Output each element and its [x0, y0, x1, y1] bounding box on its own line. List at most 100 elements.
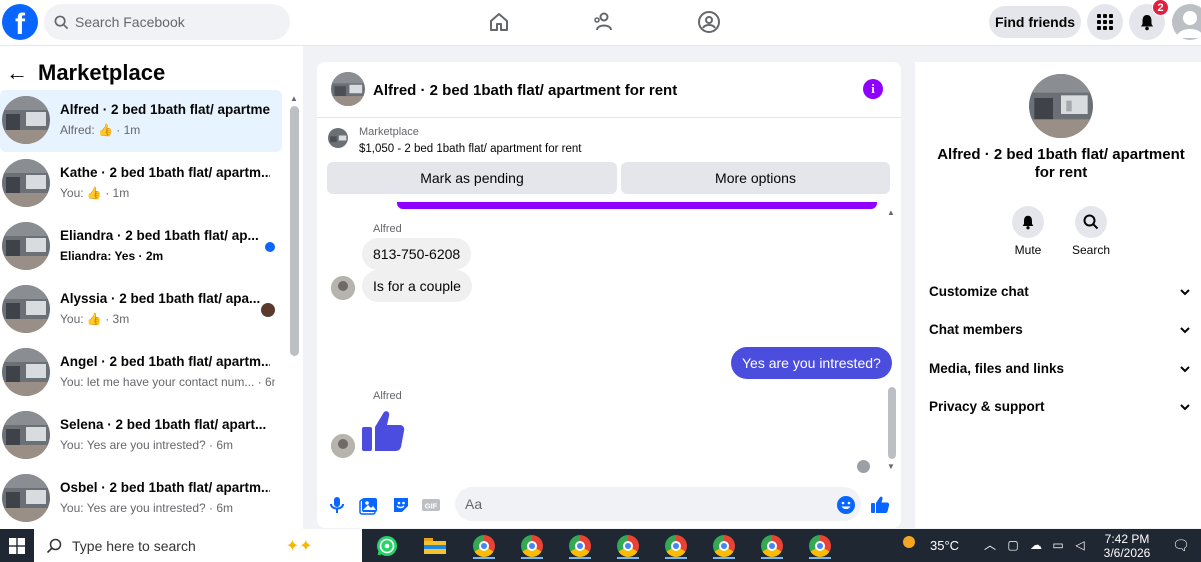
facebook-logo-icon[interactable]: f	[2, 4, 38, 40]
read-receipt-avatar	[857, 460, 870, 473]
search-icon	[54, 15, 69, 29]
photo-icon[interactable]	[359, 495, 379, 515]
chrome-icon	[713, 535, 735, 557]
mark-as-pending-button[interactable]: Mark as pending	[327, 162, 617, 194]
info-icon[interactable]: i	[863, 79, 883, 99]
taskbar-search-placeholder: Type here to search	[72, 537, 196, 554]
back-arrow-icon[interactable]: ←	[6, 62, 28, 84]
emoji-icon[interactable]	[836, 495, 856, 515]
start-button[interactable]	[0, 529, 34, 562]
conversation-item[interactable]: Kathe · 2 bed 1bath flat/ apartm... You: …	[0, 153, 282, 215]
weather-icon[interactable]	[903, 536, 915, 548]
chrome-icon	[473, 535, 495, 557]
conversation-item[interactable]: Alfred · 2 bed 1bath flat/ apartment... A…	[0, 90, 282, 152]
details-title: Alfred · 2 bed 1bath flat/ apartment for…	[937, 146, 1185, 181]
message-bubble-received[interactable]: 813-750-6208	[362, 238, 472, 270]
friends-icon[interactable]	[592, 10, 616, 34]
thumbs-up-icon[interactable]	[870, 495, 890, 515]
search-icon	[1083, 214, 1099, 230]
listing-photo[interactable]	[1029, 74, 1093, 138]
chat-scrollbar[interactable]	[888, 387, 896, 459]
message-bubble-received[interactable]: Is for a couple	[362, 270, 472, 302]
conversation-preview: You: let me have your contact num... · 6…	[60, 375, 275, 389]
chrome-taskbar-app[interactable]	[614, 533, 642, 559]
notification-center-icon[interactable]: 🗨	[1172, 537, 1190, 553]
listing-thumbnail[interactable]	[331, 72, 365, 106]
menu-button[interactable]	[1087, 4, 1123, 40]
conversation-preview: You: Yes are you intrested? · 6m	[60, 501, 234, 515]
listing-thumbnail	[2, 159, 50, 207]
conversation-name: Selena · 2 bed 1bath flat/ apart...	[60, 417, 267, 432]
conversation-preview: You: 👍 · 1m	[60, 186, 130, 200]
volume-icon[interactable]: ◁	[1072, 537, 1088, 553]
chevron-up-icon[interactable]: ︿	[982, 537, 998, 553]
conversation-name: Alyssia · 2 bed 1bath flat/ apa...	[60, 291, 261, 306]
conversation-name: Osbel · 2 bed 1bath flat/ apartm...	[60, 480, 270, 495]
taskbar-search-box[interactable]: Type here to search ✦✦	[34, 529, 362, 562]
listing-thumbnail	[2, 348, 50, 396]
scroll-up-arrow-icon[interactable]: ▲	[290, 94, 298, 103]
chrome-taskbar-app[interactable]	[806, 533, 834, 559]
chat-window: Alfred · 2 bed 1bath flat/ apartment for…	[317, 62, 901, 528]
chat-members-row[interactable]: Chat members	[915, 312, 1201, 348]
message-bubble-sent[interactable]: Yes are you intrested?	[731, 347, 892, 379]
search-in-conversation-button[interactable]: Search	[1061, 206, 1121, 257]
active-app-indicator	[665, 557, 687, 559]
profile-avatar[interactable]	[1172, 4, 1201, 40]
conversation-item[interactable]: Selena · 2 bed 1bath flat/ apart... You: …	[0, 405, 282, 467]
chrome-taskbar-app[interactable]	[518, 533, 546, 559]
bell-icon	[1141, 15, 1153, 31]
message-sender-name: Alfred	[373, 390, 402, 402]
whatsapp-taskbar-app[interactable]	[373, 533, 401, 559]
microphone-icon[interactable]	[327, 495, 347, 515]
facebook-search-box[interactable]	[44, 4, 290, 40]
temperature[interactable]: 35°C	[930, 538, 959, 553]
conversation-list-scrollbar[interactable]	[290, 106, 299, 356]
chrome-taskbar-app[interactable]	[566, 533, 594, 559]
conversation-item[interactable]: Angel · 2 bed 1bath flat/ apartm... You: …	[0, 342, 282, 404]
conversation-item[interactable]: Osbel · 2 bed 1bath flat/ apartm... You: …	[0, 468, 282, 530]
whatsapp-icon	[377, 536, 397, 556]
network-icon[interactable]: ▭	[1050, 537, 1066, 553]
device-icon[interactable]: ▢	[1005, 537, 1021, 553]
listing-thumbnail	[2, 474, 50, 522]
chrome-taskbar-app[interactable]	[710, 533, 738, 559]
active-app-indicator	[713, 557, 735, 559]
active-app-indicator	[809, 557, 831, 559]
home-icon[interactable]	[487, 10, 511, 34]
time: 7:42 PM	[1104, 532, 1150, 546]
listing-small-thumbnail	[328, 128, 348, 148]
sticker-icon[interactable]	[391, 495, 411, 515]
gif-icon[interactable]: GIF	[421, 495, 441, 515]
chat-scroll-down-icon[interactable]: ▼	[887, 462, 895, 471]
find-friends-button[interactable]: Find friends	[989, 6, 1081, 38]
chrome-taskbar-app[interactable]	[758, 533, 786, 559]
privacy-support-row[interactable]: Privacy & support	[915, 389, 1201, 425]
active-app-indicator	[761, 557, 783, 559]
file-explorer-taskbar-app[interactable]	[421, 533, 449, 559]
mute-button[interactable]: Mute	[998, 206, 1058, 257]
chrome-taskbar-app[interactable]	[470, 533, 498, 559]
more-options-button[interactable]: More options	[621, 162, 890, 194]
customize-chat-row[interactable]: Customize chat	[915, 274, 1201, 310]
thumbs-up-sticker-icon[interactable]	[360, 408, 406, 454]
conversation-item[interactable]: Eliandra · 2 bed 1bath flat/ ap... Eliand…	[0, 216, 282, 278]
search-input[interactable]	[75, 14, 275, 30]
message-input[interactable]	[455, 487, 861, 521]
clock[interactable]: 7:42 PM 3/6/2026	[1100, 532, 1154, 560]
cloud-icon[interactable]: ☁	[1028, 537, 1044, 553]
conversation-details-panel: Alfred · 2 bed 1bath flat/ apartment for…	[915, 62, 1201, 528]
groups-icon[interactable]	[697, 10, 721, 34]
marketplace-conversation-list: ← Marketplace ▲ Alfred · 2 bed 1bath fla…	[0, 46, 303, 529]
media-files-links-row[interactable]: Media, files and links	[915, 351, 1201, 387]
conversation-item[interactable]: Alyssia · 2 bed 1bath flat/ apa... You: 👍…	[0, 279, 282, 341]
menu-grid-icon	[1097, 14, 1113, 30]
conversation-preview: You: 👍 · 3m	[60, 312, 130, 326]
listing-price-title[interactable]: $1,050 - 2 bed 1bath flat/ apartment for…	[359, 143, 581, 155]
facebook-messenger-window: f Find friends 2 ← Marketplace ▲ Alfred …	[0, 0, 1201, 562]
avatar-icon	[1176, 11, 1201, 38]
chevron-down-icon	[1180, 366, 1190, 373]
chat-title[interactable]: Alfred · 2 bed 1bath flat/ apartment for…	[373, 82, 677, 99]
chrome-taskbar-app[interactable]	[662, 533, 690, 559]
chat-scroll-up-icon[interactable]: ▲	[887, 208, 895, 217]
